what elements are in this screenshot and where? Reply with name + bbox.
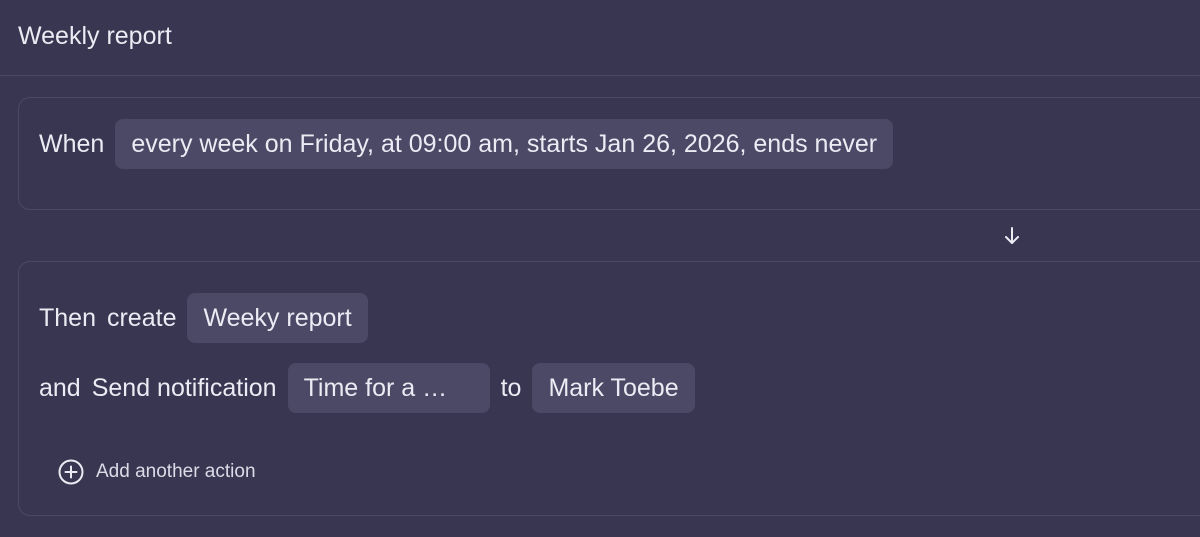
action-row-notify: and Send notification Time for a … to Ma… bbox=[39, 363, 695, 413]
arrow-down-icon bbox=[1005, 227, 1019, 244]
actions-card: Then create Weeky report and Send notifi… bbox=[18, 261, 1200, 516]
add-action-button[interactable]: Add another action bbox=[57, 456, 256, 488]
add-action-label: Add another action bbox=[96, 461, 256, 482]
notification-message-chip[interactable]: Time for a … bbox=[287, 363, 490, 413]
create-target-chip[interactable]: Weeky report bbox=[187, 293, 368, 343]
schedule-chip[interactable]: every week on Friday, at 09:00 am, start… bbox=[115, 119, 894, 169]
to-label: to bbox=[500, 374, 522, 402]
page-title: Weekly report bbox=[18, 22, 172, 50]
and-label: and bbox=[39, 374, 81, 402]
plus-circle-icon bbox=[58, 459, 84, 485]
send-notification-label: Send notification bbox=[91, 374, 277, 402]
action-row-create: Then create Weeky report bbox=[39, 293, 368, 343]
header-bar: Weekly report bbox=[0, 0, 1200, 76]
then-label: Then bbox=[39, 304, 96, 332]
trigger-card: When every week on Friday, at 09:00 am, … bbox=[18, 97, 1200, 210]
create-label: create bbox=[106, 304, 177, 332]
when-label: When bbox=[39, 130, 105, 158]
recipient-chip[interactable]: Mark Toebe bbox=[532, 363, 695, 413]
trigger-row: When every week on Friday, at 09:00 am, … bbox=[39, 119, 894, 169]
